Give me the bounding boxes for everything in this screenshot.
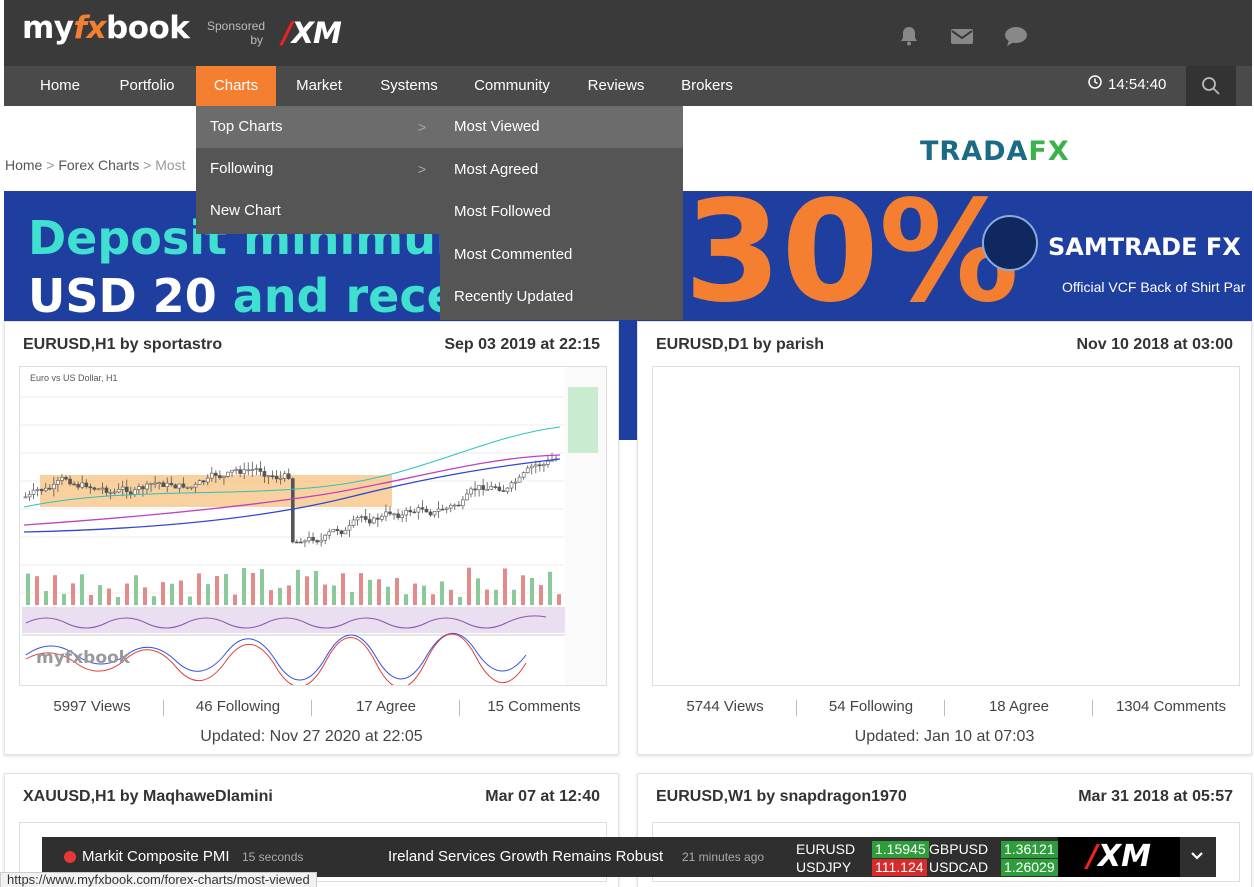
sponsored-label: Sponsored by	[207, 19, 266, 47]
following-count[interactable]: 46 Following	[173, 698, 303, 715]
nav-systems[interactable]: Systems	[366, 66, 452, 106]
banner-tagline: Official VCF Back of Shirt Par	[1062, 279, 1246, 295]
myfxbook-logo[interactable]: myfxbook	[22, 10, 190, 46]
bell-icon[interactable]	[898, 25, 920, 47]
divider	[1092, 700, 1093, 716]
nav-brokers[interactable]: Brokers	[668, 66, 746, 106]
chart-card[interactable]: EURUSD,D1 by parish Nov 10 2018 at 03:00…	[637, 321, 1252, 755]
nav-charts[interactable]: Charts	[196, 66, 276, 106]
views-count: 5744 Views	[686, 698, 764, 715]
divider	[459, 700, 460, 716]
chart-card-title[interactable]: EURUSD,D1 by parish	[656, 336, 824, 354]
browser-status-url: https://www.myfxbook.com/forex-charts/mo…	[0, 872, 317, 887]
nav-portfolio[interactable]: Portfolio	[104, 66, 190, 106]
xm-ticker-logo[interactable]: /XM	[1058, 837, 1180, 877]
clock-time: 14:54:40	[1108, 76, 1167, 93]
breadcrumb-current: Most	[155, 157, 186, 173]
ticker-headline[interactable]: Ireland Services Growth Remains Robust	[388, 837, 663, 877]
divider	[311, 700, 312, 716]
breadcrumb-forex-charts[interactable]: Forex Charts	[58, 157, 139, 173]
breadcrumb-separator: >	[143, 157, 152, 173]
chart-card-title[interactable]: EURUSD,H1 by sportastro	[23, 336, 222, 354]
clock-icon	[1088, 66, 1102, 104]
quote-symbol[interactable]: USDJPY	[796, 859, 851, 875]
quote-symbol[interactable]: GBPUSD	[929, 841, 988, 857]
search-button[interactable]	[1186, 66, 1236, 106]
quote-price: 1.15945	[872, 841, 929, 858]
chart-thumbnail-image: Euro vs US Dollar, H1 myfxbook	[20, 367, 606, 685]
submenu-most-agreed[interactable]: Most Agreed	[440, 149, 683, 191]
mail-icon[interactable]	[950, 25, 974, 47]
banner-overflow	[619, 321, 637, 440]
following-count[interactable]: 54 Following	[806, 698, 936, 715]
chart-card-title[interactable]: EURUSD,W1 by snapdragon1970	[656, 788, 907, 806]
menu-top-charts[interactable]: Top Charts >	[196, 106, 440, 148]
search-icon	[1201, 76, 1221, 101]
news-ticker: Markit Composite PMI 15 seconds Ireland …	[42, 837, 1216, 877]
nav-home[interactable]: Home	[22, 66, 98, 106]
nav-market[interactable]: Market	[282, 66, 356, 106]
quote-price: 1.26029	[1001, 859, 1058, 876]
chart-card[interactable]: EURUSD,H1 by sportastro Sep 03 2019 at 2…	[4, 321, 619, 755]
chat-icon[interactable]	[1004, 25, 1028, 47]
banner-subline: USD 20 and rece	[28, 269, 458, 321]
chart-card-date: Sep 03 2019 at 22:15	[444, 336, 600, 353]
svg-text:Euro vs US Dollar, H1: Euro vs US Dollar, H1	[30, 373, 118, 383]
quote-price: 111.124	[872, 859, 927, 876]
agree-count[interactable]: 18 Agree	[954, 698, 1084, 715]
chart-card-title[interactable]: XAUUSD,H1 by MaqhaweDlamini	[23, 788, 273, 806]
top-header: myfxbook Sponsored by /XM	[4, 0, 1252, 66]
ticker-time: 21 minutes ago	[682, 850, 765, 864]
chart-card-date: Nov 10 2018 at 03:00	[1076, 336, 1233, 353]
banner-brand: SAMTRADE FX	[1048, 233, 1241, 261]
breadcrumb: Home > Forex Charts > Most	[5, 157, 186, 173]
views-count: 5997 Views	[53, 698, 131, 715]
chevron-right-icon: >	[417, 161, 426, 177]
divider	[796, 700, 797, 716]
comments-count[interactable]: 1304 Comments	[1102, 698, 1240, 715]
updated-timestamp: Updated: Nov 27 2020 at 22:05	[200, 728, 423, 745]
chart-thumbnail[interactable]: Euro vs US Dollar, H1 myfxbook	[19, 366, 607, 686]
nav-community[interactable]: Community	[464, 66, 560, 106]
menu-following[interactable]: Following >	[196, 148, 440, 190]
divider	[944, 700, 945, 716]
submenu-most-followed[interactable]: Most Followed	[440, 191, 683, 233]
live-dot-icon	[64, 851, 76, 863]
charts-dropdown-menu: Top Charts > Following > New Chart	[196, 106, 440, 234]
quote-price: 1.36121	[1001, 841, 1058, 858]
tradafx-logo: TRADAFX	[920, 136, 1070, 167]
chart-card-date: Mar 31 2018 at 05:57	[1078, 788, 1233, 805]
xm-sponsor-logo[interactable]: /XM	[282, 16, 342, 50]
divider	[163, 700, 164, 716]
chevron-right-icon: >	[417, 119, 426, 135]
chart-thumbnail[interactable]	[652, 366, 1240, 686]
submenu-recently-updated[interactable]: Recently Updated	[440, 276, 683, 318]
breadcrumb-home[interactable]: Home	[5, 157, 42, 173]
main-nav: Home Portfolio Charts Market Systems Com…	[4, 66, 1252, 106]
chart-card-date: Mar 07 at 12:40	[485, 788, 600, 805]
ticker-headline[interactable]: Markit Composite PMI	[82, 837, 230, 877]
samtrade-badge-icon	[982, 215, 1038, 271]
agree-count[interactable]: 17 Agree	[321, 698, 451, 715]
submenu-most-viewed[interactable]: Most Viewed	[440, 106, 683, 148]
breadcrumb-separator: >	[46, 157, 55, 173]
ticker-time: 15 seconds	[242, 850, 304, 864]
svg-text:myfxbook: myfxbook	[36, 648, 131, 668]
chevron-down-icon[interactable]	[1187, 847, 1207, 867]
submenu-most-commented[interactable]: Most Commented	[440, 234, 683, 276]
menu-new-chart[interactable]: New Chart	[196, 190, 440, 232]
quote-symbol[interactable]: EURUSD	[796, 841, 855, 857]
top-charts-submenu: Most Viewed Most Agreed Most Followed Mo…	[440, 106, 683, 320]
server-clock: 14:54:40	[1088, 66, 1166, 106]
quote-symbol[interactable]: USDCAD	[929, 859, 988, 875]
updated-timestamp: Updated: Jan 10 at 07:03	[854, 728, 1035, 745]
banner-percent: 30%	[684, 191, 1020, 321]
comments-count[interactable]: 15 Comments	[469, 698, 599, 715]
nav-reviews[interactable]: Reviews	[576, 66, 656, 106]
